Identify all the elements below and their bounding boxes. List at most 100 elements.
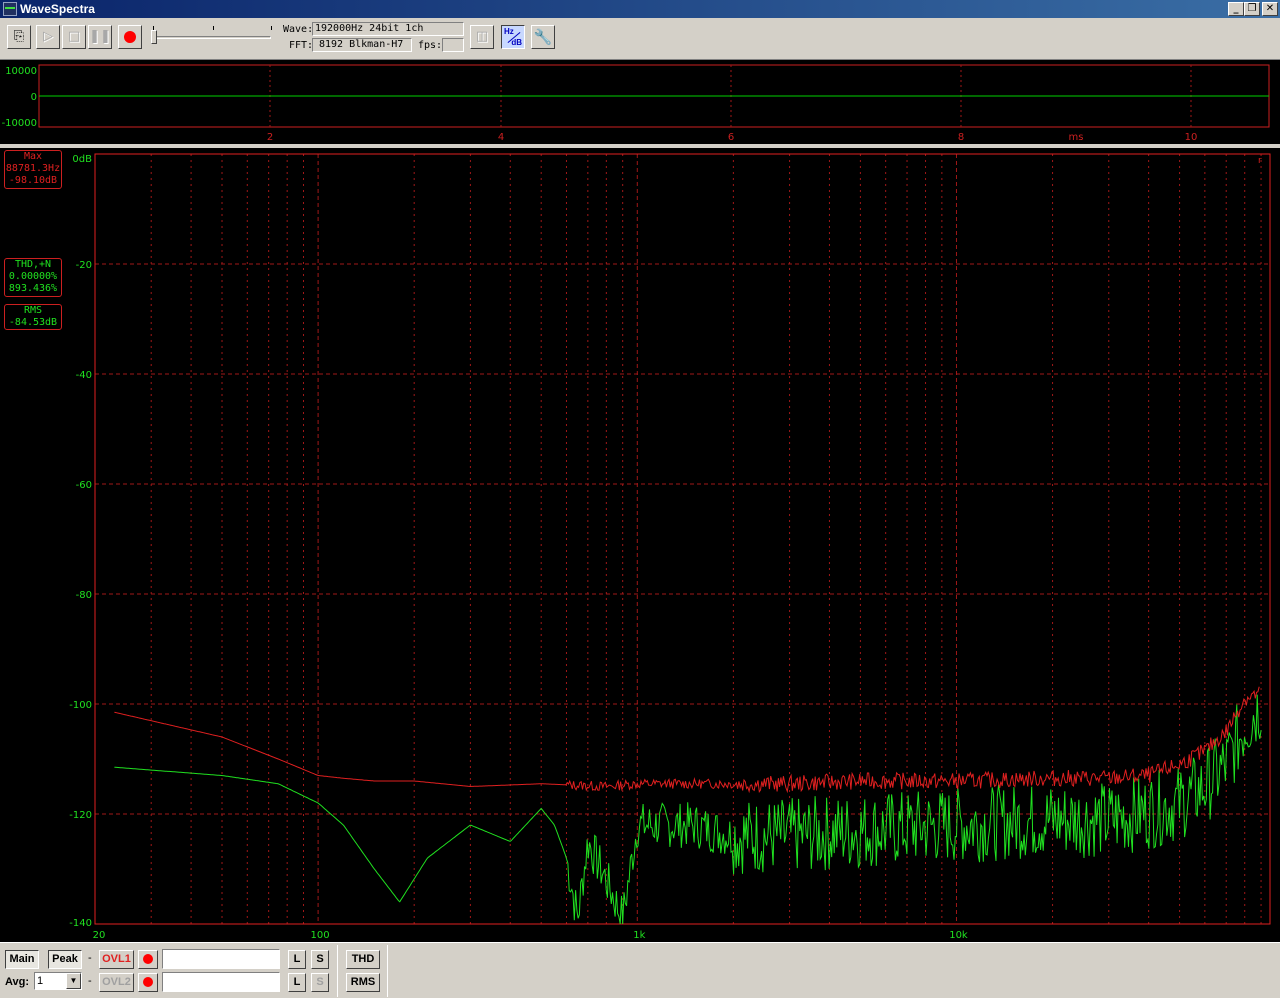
open-file-icon: ⎘ bbox=[13, 29, 25, 44]
spectrum-y-tick-label: -120 bbox=[69, 810, 92, 821]
thd-label: THD,+N bbox=[14, 259, 52, 270]
bottom-control-bar: Main Peak - OVL1 L S Avg: 1 ▼ - OVL2 L S… bbox=[0, 942, 1280, 998]
spectrum-y-tick-label: -100 bbox=[69, 700, 92, 711]
restore-button[interactable]: ❐ bbox=[1244, 2, 1260, 16]
ovl1-l-button[interactable]: L bbox=[288, 950, 306, 969]
thd-info-box: THD,+N 0.00000% 893.436% bbox=[4, 258, 62, 297]
wave-x-tick-label: 6 bbox=[728, 132, 734, 143]
ovl1-input[interactable] bbox=[162, 949, 280, 969]
open-file-button[interactable]: ⎘ bbox=[7, 25, 31, 49]
divider bbox=[387, 945, 388, 997]
record-icon bbox=[143, 977, 153, 987]
ovl1-s-button[interactable]: S bbox=[311, 950, 329, 969]
wave-format-field: 192000Hz 24bit 1ch bbox=[312, 22, 464, 36]
max-label: Max bbox=[23, 151, 43, 162]
chevron-down-icon[interactable]: ▼ bbox=[66, 973, 81, 989]
spectrum-y-tick-label: -60 bbox=[76, 480, 92, 491]
avg-label: Avg: bbox=[5, 976, 30, 988]
slider-tick bbox=[213, 26, 214, 30]
avg-select[interactable]: 1 ▼ bbox=[34, 972, 82, 990]
spectrum-graph: 0dB -20 -40 -60 -80 -100 -120 -14020 100 1k 10k r bbox=[69, 153, 1271, 941]
wave-x-tick-label: 10 bbox=[1185, 132, 1198, 143]
spectrum-y-tick-label: -80 bbox=[76, 590, 92, 601]
wave-x-tick-label: 2 bbox=[267, 132, 273, 143]
slider-track bbox=[153, 36, 271, 39]
wave-y-tick-label: 0 bbox=[31, 92, 37, 103]
position-slider[interactable] bbox=[151, 26, 273, 46]
avg-value: 1 bbox=[37, 975, 44, 987]
main-spectrum-line bbox=[114, 694, 1262, 925]
spectrum-y-tick-label: -40 bbox=[76, 370, 92, 381]
stop-button[interactable]: □ bbox=[62, 25, 86, 49]
fft-setting-field: 8192 Blkman-H7 bbox=[312, 38, 412, 52]
waveform-graph: 2 4 6 8 10 ms 10000 0 -10000 bbox=[2, 64, 1270, 143]
hz-db-toggle-button[interactable]: Hz dB bbox=[501, 25, 525, 49]
ovl2-record-button[interactable] bbox=[138, 973, 158, 992]
db-icon-label: dB bbox=[511, 38, 522, 47]
spectrum-y-tick-label: -140 bbox=[69, 918, 92, 929]
slider-thumb[interactable] bbox=[151, 30, 157, 44]
fft-label: FFT: bbox=[289, 40, 314, 51]
settings-button[interactable]: 🔧 bbox=[531, 25, 555, 49]
rms-label: RMS bbox=[23, 305, 43, 316]
play-icon: ▷ bbox=[43, 29, 53, 44]
ovl2-indicator[interactable]: OVL2 bbox=[99, 973, 134, 992]
wave-y-tick-label: 10000 bbox=[5, 66, 37, 77]
rms-button[interactable]: RMS bbox=[346, 973, 380, 992]
hz-icon-label: Hz bbox=[504, 27, 514, 36]
rms-value: -84.53dB bbox=[8, 317, 58, 328]
record-button[interactable] bbox=[118, 25, 142, 49]
max-frequency: 88781.3Hz bbox=[5, 163, 61, 174]
spectrum-plot-frame bbox=[94, 153, 1271, 925]
pause-button[interactable]: ❚❚ bbox=[88, 25, 112, 49]
title-bar: WaveSpectra _ ❐ ✕ bbox=[0, 0, 1280, 18]
wrench-icon: 🔧 bbox=[533, 28, 553, 46]
wave-x-tick-label: 8 bbox=[958, 132, 964, 143]
max-info-box: Max 88781.3Hz -98.10dB bbox=[4, 150, 62, 189]
toolbar: ⎘ ▷ □ ❚❚ Wave: 192000Hz 24bit 1ch FFT: 8… bbox=[0, 18, 1280, 60]
minimize-button[interactable]: _ bbox=[1228, 2, 1244, 16]
spectrum-x-tick-label: 20 bbox=[93, 930, 106, 941]
spectrum-x-tick-label: 100 bbox=[311, 930, 330, 941]
slider-tick bbox=[271, 26, 272, 30]
window-title: WaveSpectra bbox=[20, 2, 95, 16]
close-button[interactable]: ✕ bbox=[1262, 2, 1278, 16]
spectrum-x-tick-label: 1k bbox=[633, 930, 645, 941]
stop-icon: □ bbox=[67, 29, 81, 44]
waveform-panel[interactable]: 2 4 6 8 10 ms 10000 0 -10000 bbox=[0, 60, 1280, 144]
pause-icon: ❚❚ bbox=[89, 29, 111, 44]
dash-separator: - bbox=[88, 975, 92, 987]
ovl2-l-button[interactable]: L bbox=[288, 973, 306, 992]
thd-value: 0.00000% bbox=[8, 271, 58, 282]
spectrum-panel[interactable]: 0dB -20 -40 -60 -80 -100 -120 -140 20 100 1k 10k r M… bbox=[0, 148, 1280, 942]
spectrum-y-tick-label: -20 bbox=[76, 260, 92, 271]
divider bbox=[337, 945, 338, 997]
record-icon bbox=[143, 954, 153, 964]
thdn-value: 893.436% bbox=[8, 283, 58, 294]
dash-separator: - bbox=[88, 952, 92, 964]
ovl2-input[interactable] bbox=[162, 972, 280, 992]
ovl1-record-button[interactable] bbox=[138, 950, 158, 969]
capture-button[interactable]: ◫ bbox=[470, 25, 494, 49]
ovl1-indicator[interactable]: OVL1 bbox=[99, 950, 134, 969]
app-icon bbox=[3, 2, 17, 16]
ovl2-s-button[interactable]: S bbox=[311, 973, 329, 992]
wave-y-tick-label: -10000 bbox=[2, 118, 37, 129]
corner-marker: r bbox=[1258, 156, 1262, 166]
record-icon bbox=[124, 31, 136, 43]
peak-button[interactable]: Peak bbox=[48, 950, 82, 969]
fps-field bbox=[442, 38, 464, 52]
wave-label: Wave: bbox=[283, 24, 314, 35]
play-button[interactable]: ▷ bbox=[36, 25, 60, 49]
max-level: -98.10dB bbox=[8, 175, 58, 186]
spectrum-x-tick-label: 10k bbox=[949, 930, 968, 941]
wave-x-tick-label: 4 bbox=[498, 132, 504, 143]
thd-button[interactable]: THD bbox=[346, 950, 380, 969]
capture-icon: ◫ bbox=[475, 29, 489, 44]
peak-spectrum-line bbox=[114, 686, 1260, 794]
spectrum-y-tick-label: 0dB bbox=[72, 154, 92, 165]
rms-info-box: RMS -84.53dB bbox=[4, 304, 62, 330]
main-button[interactable]: Main bbox=[5, 950, 39, 969]
wave-x-unit: ms bbox=[1069, 132, 1084, 143]
fps-label: fps: bbox=[418, 40, 443, 51]
